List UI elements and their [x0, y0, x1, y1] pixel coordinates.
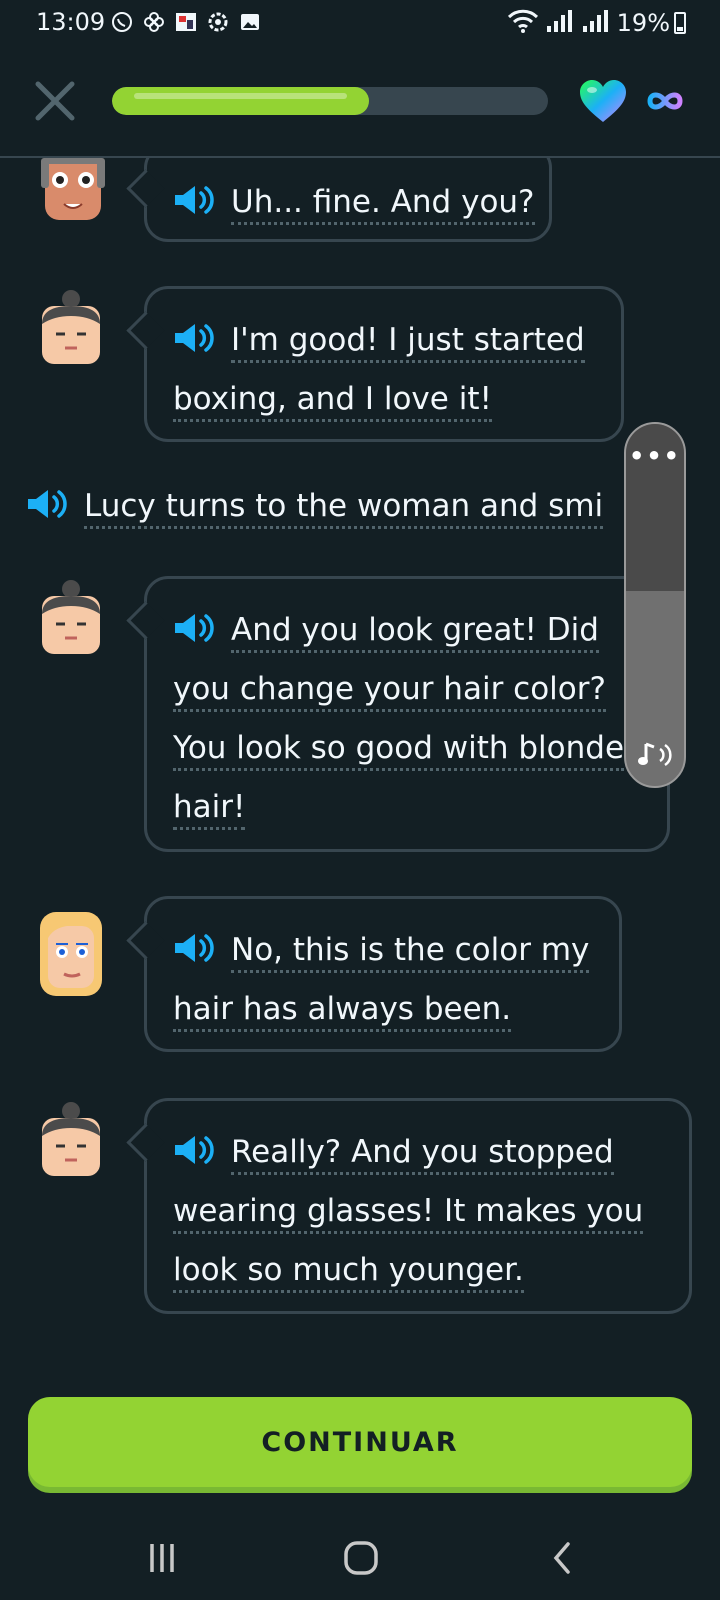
close-button[interactable] [30, 76, 80, 126]
speech-bubble: I'm good! I just started boxing, and I l… [144, 286, 624, 442]
bubble-line: boxing, and I love it! [173, 370, 595, 429]
home-icon [344, 1541, 378, 1575]
continue-button-label: CONTINUAR [261, 1426, 459, 1458]
image-icon [238, 10, 262, 34]
bubble-line: you change your hair color? [173, 660, 641, 719]
bubble-text[interactable]: wearing glasses! It makes you [173, 1193, 644, 1234]
pinwheel-icon [142, 10, 166, 34]
avatar-lucy [38, 580, 104, 670]
speaker-icon[interactable] [173, 184, 215, 216]
music-note-icon [638, 742, 672, 767]
volume-slider[interactable]: ••• [624, 422, 686, 788]
bubble-text[interactable]: you change your hair color? [173, 671, 606, 712]
avatar-blonde-woman [38, 912, 104, 1002]
signal-icon [545, 8, 575, 38]
home-button[interactable] [342, 1540, 382, 1576]
bubble-line: hair! [173, 778, 641, 837]
recent-apps-button[interactable] [144, 1540, 184, 1576]
bubble-text[interactable]: No, this is the color my [231, 932, 590, 973]
back-icon [553, 1542, 570, 1574]
lesson-progress-bar [112, 87, 548, 115]
more-dots-icon[interactable]: ••• [626, 442, 684, 470]
signal-icon-2 [581, 8, 611, 38]
status-bar: 13:09 19% [0, 0, 720, 46]
speaker-icon[interactable] [173, 932, 215, 964]
bubble-line: I'm good! I just started [173, 311, 595, 370]
avatar-man [40, 158, 106, 244]
speech-bubble: Really? And you stopped wearing glasses!… [144, 1098, 692, 1314]
bubble-text[interactable]: hair! [173, 789, 246, 830]
gear-sync-icon [206, 10, 230, 34]
bubble-line: No, this is the color my [173, 921, 593, 980]
narration-text[interactable]: Lucy turns to the woman and smi [84, 488, 604, 529]
bubble-text[interactable]: You look so good with blonde [173, 730, 625, 771]
lesson-header [0, 56, 720, 160]
speech-bubble: No, this is the color my hair has always… [144, 896, 622, 1052]
speaker-icon[interactable] [173, 1134, 215, 1166]
bubble-line: And you look great! Did [173, 601, 641, 660]
speaker-icon[interactable] [26, 488, 68, 520]
bubble-line: You look so good with blonde [173, 719, 641, 778]
bubble-text[interactable]: I'm good! I just started [231, 322, 585, 363]
story-chat: Uh... fine. And you? I'm good! I just st… [0, 158, 720, 1358]
bubble-text[interactable]: Uh... fine. And you? [231, 184, 535, 225]
bubble-line: hair has always been. [173, 980, 593, 1039]
infinity-icon [644, 86, 686, 116]
heart-icon[interactable] [578, 78, 628, 124]
bubble-text[interactable]: And you look great! Did [231, 612, 599, 653]
bubble-text[interactable]: hair has always been. [173, 991, 512, 1032]
bubble-text[interactable]: look so much younger. [173, 1252, 524, 1293]
battery-percent: 19% [616, 9, 670, 37]
continue-button[interactable]: CONTINUAR [28, 1397, 692, 1487]
close-icon [35, 81, 75, 121]
recent-apps-icon [150, 1544, 174, 1572]
app-notification-icon [174, 10, 198, 34]
avatar-lucy [38, 1102, 104, 1192]
status-right: 19% [507, 8, 670, 38]
avatar-lucy [38, 290, 104, 380]
whatsapp-icon [110, 10, 134, 34]
status-time: 13:09 [36, 8, 106, 36]
wifi-icon [507, 8, 539, 38]
bubble-line: Really? And you stopped [173, 1123, 663, 1182]
bubble-text[interactable]: Really? And you stopped [231, 1134, 614, 1175]
narration-line: Lucy turns to the woman and smi [26, 488, 604, 529]
progress-fill [112, 87, 370, 115]
notification-icons [110, 10, 262, 34]
battery-icon [674, 12, 686, 34]
speech-bubble: Uh... fine. And you? [144, 158, 552, 242]
bubble-line: look so much younger. [173, 1241, 663, 1300]
speech-bubble: And you look great! Did you change your … [144, 576, 670, 852]
bubble-line: wearing glasses! It makes you [173, 1182, 663, 1241]
system-nav-bar [0, 1510, 720, 1600]
speaker-icon[interactable] [173, 322, 215, 354]
back-button[interactable] [546, 1540, 586, 1576]
bubble-text[interactable]: boxing, and I love it! [173, 381, 492, 422]
bubble-line: Uh... fine. And you? [173, 169, 535, 232]
speaker-icon[interactable] [173, 612, 215, 644]
